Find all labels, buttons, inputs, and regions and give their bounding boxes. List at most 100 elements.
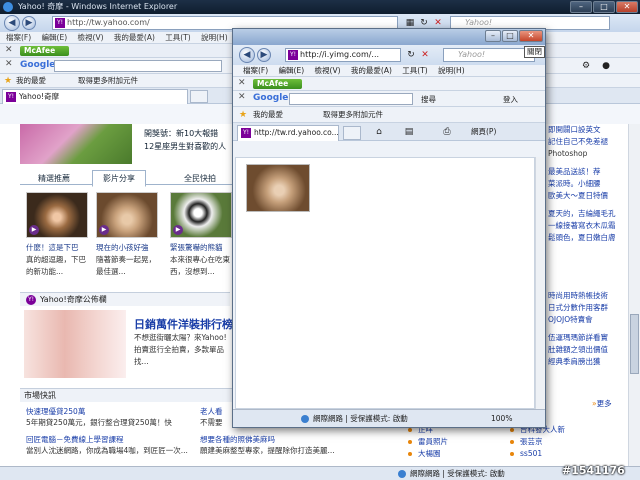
tab-snapshot[interactable]: 全民快拍 xyxy=(184,173,216,184)
favorites-button[interactable]: 我的最愛 xyxy=(253,107,283,123)
favorites-button[interactable]: 我的最愛 xyxy=(16,74,46,88)
popup-ie-window: – □ ✕ ◀ ▶ http://i.yimg.com/... ↻ ✕ Yaho… xyxy=(232,28,546,428)
popup-tab[interactable]: http://tw.rd.yahoo.co... xyxy=(237,125,339,141)
more-link[interactable]: »更多 xyxy=(592,398,612,410)
popup-back-button[interactable]: ◀ xyxy=(239,47,255,63)
news-link[interactable]: 12星座男生對喜歡的人 xyxy=(144,141,226,152)
new-tab-button[interactable] xyxy=(343,126,361,140)
menu-tools[interactable]: 工具(T) xyxy=(165,33,190,42)
menu-help[interactable]: 說明(H) xyxy=(201,33,228,42)
video-caption: 緊張驚嚇的熊貓 本來很專心在吃東西，沒想到... xyxy=(170,242,236,278)
forward-button[interactable]: ▶ xyxy=(22,16,36,30)
right-link[interactable]: 經典季肩膀出獲 xyxy=(548,356,628,368)
google-search-input[interactable] xyxy=(54,60,222,72)
right-link[interactable]: 即開闢口設英文 xyxy=(548,124,628,136)
right-link[interactable]: 日式分數作用客群 xyxy=(548,302,628,314)
popup-search-box[interactable]: Yahoo! xyxy=(443,48,535,62)
video-thumbnail[interactable]: ▶ xyxy=(96,192,158,238)
right-link[interactable]: 記住自己不免差褪 xyxy=(548,136,628,148)
market-item-title[interactable]: 回匠電腦－免費線上學習課程 xyxy=(26,434,206,445)
main-scrollbar[interactable] xyxy=(628,124,640,466)
right-link[interactable]: 最美品送該！荐 xyxy=(548,166,628,178)
page-menu[interactable]: 網頁(P) xyxy=(471,126,496,137)
maximize-button[interactable]: □ xyxy=(593,1,615,13)
video-title[interactable]: 現在的小孩好強 xyxy=(96,242,162,254)
market-item-title[interactable]: 想要各種的照佛美麻吗 xyxy=(200,434,380,445)
popup-close-button[interactable]: ✕ xyxy=(519,30,543,42)
hot-search-link[interactable]: 雷員照片 xyxy=(418,436,448,448)
google-signin-button[interactable]: 登入 xyxy=(503,94,518,105)
close-toolbar-icon[interactable]: ✕ xyxy=(5,45,13,55)
market-item-title[interactable]: 快速理優貸250萬 xyxy=(26,406,206,417)
tab-featured[interactable]: 精選推薦 xyxy=(38,173,70,184)
close-button[interactable]: ✕ xyxy=(616,1,638,13)
watermark: #1541176 xyxy=(562,464,625,477)
menu-view[interactable]: 檢視(V) xyxy=(315,66,341,75)
menu-favorites[interactable]: 我的最愛(A) xyxy=(114,33,155,42)
get-addons-link[interactable]: 取得更多附加元件 xyxy=(323,107,383,123)
menu-favorites[interactable]: 我的最愛(A) xyxy=(351,66,392,75)
menu-help[interactable]: 說明(H) xyxy=(438,66,465,75)
video-thumbnail[interactable]: ▶ xyxy=(170,192,232,238)
hot-search-link[interactable]: ss501 xyxy=(520,448,542,460)
popup-maximize-button[interactable]: □ xyxy=(502,30,518,42)
zoom-level[interactable]: 100% xyxy=(491,410,512,428)
promo-header: Yahoo!奇摩公佈欄 xyxy=(20,292,230,306)
right-link[interactable]: OJOJO特賣會 xyxy=(548,314,628,326)
security-zone: 網際網路 | 受保護模式: 啟動 xyxy=(410,469,505,478)
wrench-icon[interactable]: ⚙ xyxy=(580,60,592,72)
menu-edit[interactable]: 編輯(E) xyxy=(42,33,68,42)
hot-search-link[interactable]: 大楊園 xyxy=(418,448,441,460)
right-link[interactable]: 伍運瑪瑪節詳看實 xyxy=(548,332,628,344)
refresh-icon[interactable]: ↻ xyxy=(405,49,417,61)
right-link[interactable]: 菜派時。小細腰 xyxy=(548,178,628,190)
right-link[interactable]: 鬆頭色，夏日嫩白膚 xyxy=(548,232,628,244)
right-link[interactable]: 歐美大～夏日特價 xyxy=(548,190,628,202)
signin-icon[interactable]: ● xyxy=(600,60,612,72)
get-addons-link[interactable]: 取得更多附加元件 xyxy=(78,74,138,88)
right-link[interactable]: Photoshop xyxy=(548,148,628,160)
minimize-button[interactable]: – xyxy=(570,1,592,13)
mcafee-button[interactable]: McAfee xyxy=(253,79,303,89)
tab-video-share[interactable]: 影片分享 xyxy=(92,170,146,187)
video-title[interactable]: 緊張驚嚇的熊貓 xyxy=(170,242,236,254)
popup-address-bar[interactable]: http://i.yimg.com/... xyxy=(285,48,401,62)
right-link[interactable]: 時尚用時熱帳技術 xyxy=(548,290,628,302)
popup-forward-button[interactable]: ▶ xyxy=(257,48,271,62)
news-link[interactable]: 開獎號：新10大報錯 xyxy=(144,128,218,139)
menu-file[interactable]: 檔案(F) xyxy=(243,66,268,75)
menu-tools[interactable]: 工具(T) xyxy=(402,66,427,75)
scrollbar-thumb[interactable] xyxy=(630,314,639,374)
home-icon[interactable]: ⌂ xyxy=(373,126,385,138)
video-thumbnail[interactable]: ▶ xyxy=(26,192,88,238)
print-icon[interactable]: ⎙ xyxy=(441,126,453,138)
star-icon: ★ xyxy=(4,76,13,86)
tab-yahoo[interactable]: Yahoo!奇摩 xyxy=(2,89,188,104)
popup-image[interactable] xyxy=(246,164,310,212)
new-tab-button[interactable] xyxy=(190,90,208,103)
right-link[interactable]: 夏天的，吉綸繩毛孔 xyxy=(548,208,628,220)
news-photo[interactable] xyxy=(20,124,132,164)
popup-scrollbar[interactable] xyxy=(535,157,545,409)
hot-search-link[interactable]: 張芸京 xyxy=(520,436,543,448)
hot-search-list: 正咩 台科發大人新 雷員照片 張芸京 大楊園 ss501 xyxy=(406,424,628,460)
popup-minimize-button[interactable]: – xyxy=(485,30,501,42)
back-button[interactable]: ◀ xyxy=(4,15,20,31)
right-link[interactable]: 肚雜額之領出價值 xyxy=(548,344,628,356)
menu-edit[interactable]: 編輯(E) xyxy=(279,66,305,75)
rank-title[interactable]: 日銷萬件洋裝排行榜！ xyxy=(134,316,244,332)
mcafee-button[interactable]: McAfee xyxy=(20,46,70,56)
right-link[interactable]: 一線接著寫衣木瓜霜 xyxy=(548,220,628,232)
google-search-input[interactable] xyxy=(289,93,413,105)
promo-photo[interactable] xyxy=(24,310,126,378)
rss-icon[interactable]: ▤ xyxy=(403,126,415,138)
google-search-button[interactable]: 搜尋 xyxy=(421,94,436,105)
market-item-title[interactable]: 老人看 xyxy=(200,406,234,417)
menu-view[interactable]: 檢視(V) xyxy=(78,33,104,42)
stop-icon[interactable]: ✕ xyxy=(419,49,431,61)
close-toolbar-icon[interactable]: ✕ xyxy=(238,78,246,88)
menu-file[interactable]: 檔案(F) xyxy=(6,33,31,42)
close-toolbar-icon[interactable]: ✕ xyxy=(238,92,246,102)
close-toolbar-icon[interactable]: ✕ xyxy=(5,59,13,69)
video-title[interactable]: 什麼！這是下巴 xyxy=(26,242,92,254)
